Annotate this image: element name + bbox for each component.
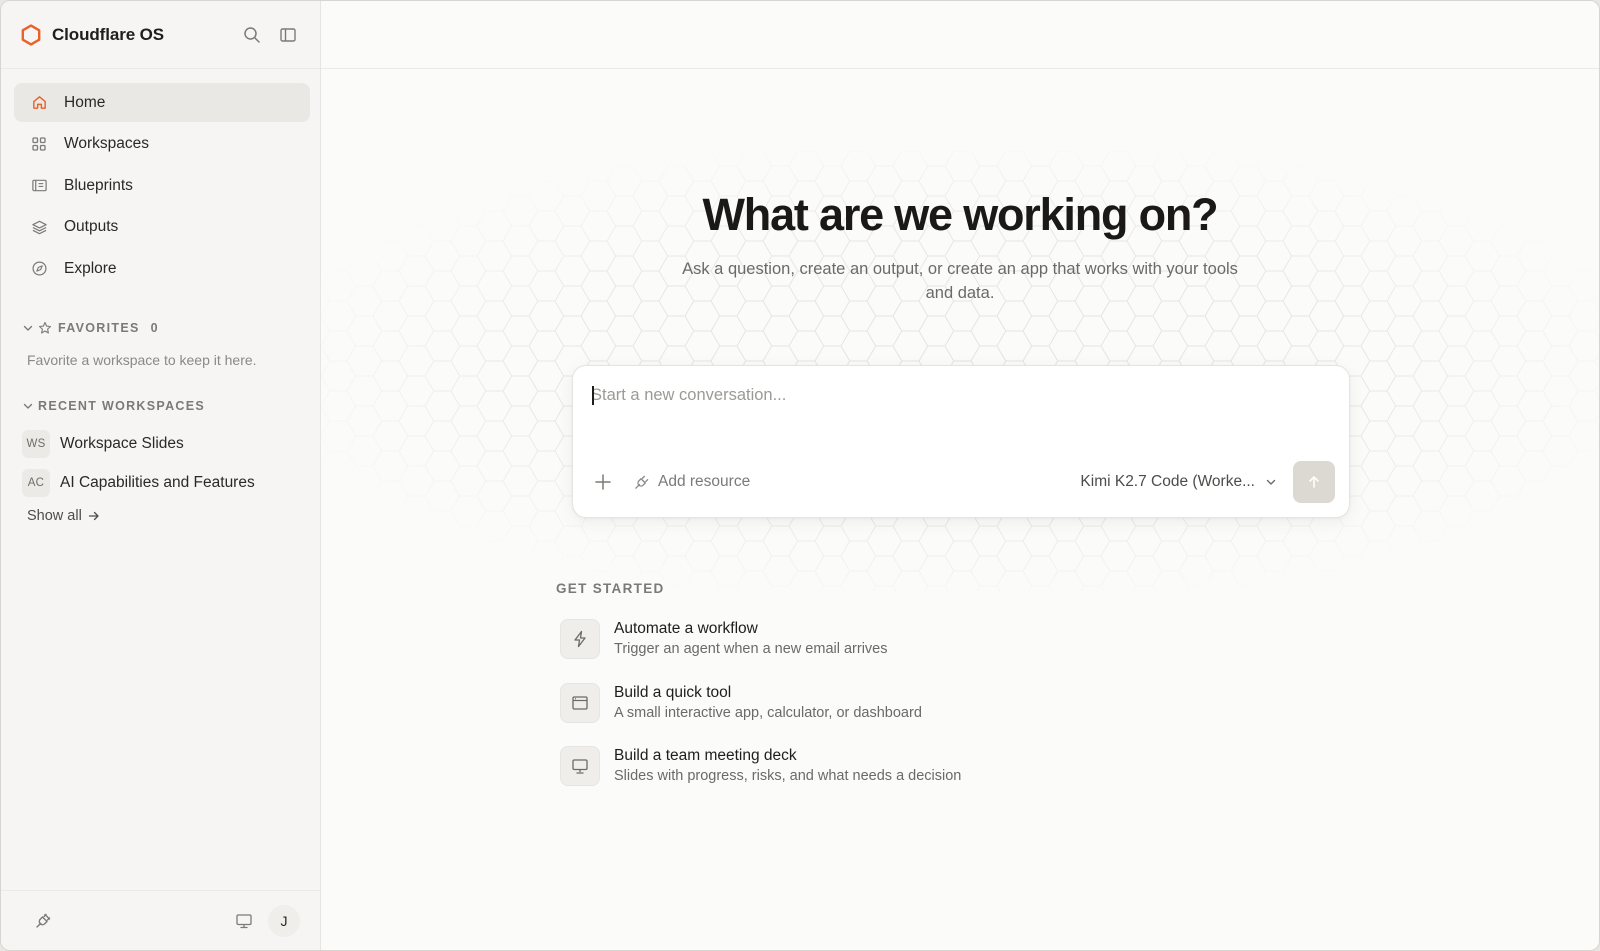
plus-icon[interactable] <box>587 466 619 498</box>
get-started-item-title: Build a team meeting deck <box>614 747 797 764</box>
main-nav: Home Workspaces Blueprints Outputs Explo… <box>1 69 320 288</box>
recent-workspaces-title: RECENT WORKSPACES <box>38 399 206 413</box>
add-resource-button[interactable]: Add resource <box>633 473 750 491</box>
layers-icon <box>30 218 48 236</box>
recent-workspace-item[interactable]: WS Workspace Slides <box>1 424 320 463</box>
blueprint-icon <box>30 177 48 195</box>
model-selector[interactable]: Kimi K2.7 Code (Worke... <box>1080 473 1277 491</box>
nav-item-outputs[interactable]: Outputs <box>14 208 310 247</box>
get-started-item-quick-tool[interactable]: Build a quick tool A small interactive a… <box>560 682 1020 723</box>
nav-item-workspaces[interactable]: Workspaces <box>14 125 310 164</box>
favorites-title: FAVORITES <box>58 321 140 335</box>
chevron-down-icon <box>22 400 34 412</box>
sidebar-footer: J <box>1 890 320 950</box>
plug-icon <box>633 474 650 491</box>
chevron-down-icon <box>22 322 34 334</box>
compass-icon <box>30 260 48 278</box>
sidebar-toggle-icon[interactable] <box>274 21 302 49</box>
nav-label: Workspaces <box>64 135 149 152</box>
app-title: Cloudflare OS <box>52 24 165 44</box>
grid-icon <box>30 135 48 153</box>
monitor-icon[interactable] <box>230 907 258 935</box>
get-started-item-meeting-deck[interactable]: Build a team meeting deck Slides with pr… <box>560 746 1020 786</box>
workspace-badge: WS <box>22 429 50 458</box>
model-name: Kimi K2.7 Code (Worke... <box>1080 473 1255 490</box>
get-started-item-desc: A small interactive app, calculator, or … <box>614 704 922 721</box>
bolt-icon <box>560 619 600 659</box>
get-started-item-automate-workflow[interactable]: Automate a workflow Trigger an agent whe… <box>560 619 1020 659</box>
hero: What are we working on? Ask a question, … <box>321 189 1599 305</box>
workspace-badge: AC <box>22 468 50 497</box>
hero-title: What are we working on? <box>702 189 1219 240</box>
main-content: What are we working on? Ask a question, … <box>321 1 1599 950</box>
get-started-item-desc: Trigger an agent when a new email arrive… <box>614 641 888 657</box>
sidebar: Cloudflare OS Home Workspaces Blueprints… <box>1 1 321 950</box>
get-started-item-title: Automate a workflow <box>614 620 758 637</box>
nav-label: Home <box>64 93 106 111</box>
get-started-list: Automate a workflow Trigger an agent whe… <box>560 619 1020 810</box>
app-window: Cloudflare OS Home Workspaces Blueprints… <box>0 0 1600 951</box>
app-window-icon <box>560 682 600 723</box>
composer: Add resource Kimi K2.7 Code (Worke... <box>572 365 1350 518</box>
home-icon <box>30 94 48 112</box>
get-started-text: Automate a workflow Trigger an agent whe… <box>614 619 888 659</box>
avatar[interactable]: J <box>268 904 300 937</box>
get-started-item-desc: Slides with progress, risks, and what ne… <box>614 768 962 784</box>
nav-item-explore[interactable]: Explore <box>14 249 310 288</box>
recent-workspaces-header[interactable]: RECENT WORKSPACES <box>1 396 320 416</box>
arrow-up-icon <box>1307 475 1321 489</box>
arrow-right-icon <box>88 510 100 522</box>
workspace-name: Workspace Slides <box>60 434 184 452</box>
star-icon <box>38 321 52 335</box>
plug-icon[interactable] <box>29 907 57 935</box>
get-started-item-title: Build a quick tool <box>614 683 732 701</box>
nav-item-home[interactable]: Home <box>14 83 310 122</box>
workspace-name: AI Capabilities and Features <box>60 473 255 491</box>
send-button[interactable] <box>1293 461 1335 503</box>
nav-item-blueprints[interactable]: Blueprints <box>14 166 310 205</box>
sidebar-header: Cloudflare OS <box>1 1 320 69</box>
top-bar <box>321 1 1599 69</box>
recent-workspace-item[interactable]: AC AI Capabilities and Features <box>1 463 320 502</box>
conversation-input[interactable] <box>591 382 1311 408</box>
get-started-text: Build a quick tool A small interactive a… <box>614 683 922 723</box>
get-started-text: Build a team meeting deck Slides with pr… <box>614 746 961 786</box>
add-resource-label: Add resource <box>658 473 751 490</box>
show-all-label: Show all <box>27 508 82 524</box>
cloudflare-logo-icon <box>19 23 43 47</box>
nav-label: Explore <box>64 259 117 277</box>
nav-label: Outputs <box>64 218 119 235</box>
show-all-link[interactable]: Show all <box>1 508 100 524</box>
composer-toolbar: Add resource Kimi K2.7 Code (Worke... <box>587 461 1335 503</box>
favorites-count: 0 <box>150 321 158 335</box>
get-started-title: GET STARTED <box>556 581 665 596</box>
favorites-empty-text: Favorite a workspace to keep it here. <box>27 352 257 368</box>
hero-subtitle: Ask a question, create an output, or cre… <box>682 260 1238 302</box>
search-icon[interactable] <box>238 21 266 49</box>
favorites-header[interactable]: FAVORITES 0 <box>1 318 320 338</box>
nav-label: Blueprints <box>64 176 133 194</box>
text-caret <box>592 386 594 405</box>
chevron-down-icon <box>1265 476 1277 488</box>
presentation-icon <box>560 746 600 786</box>
